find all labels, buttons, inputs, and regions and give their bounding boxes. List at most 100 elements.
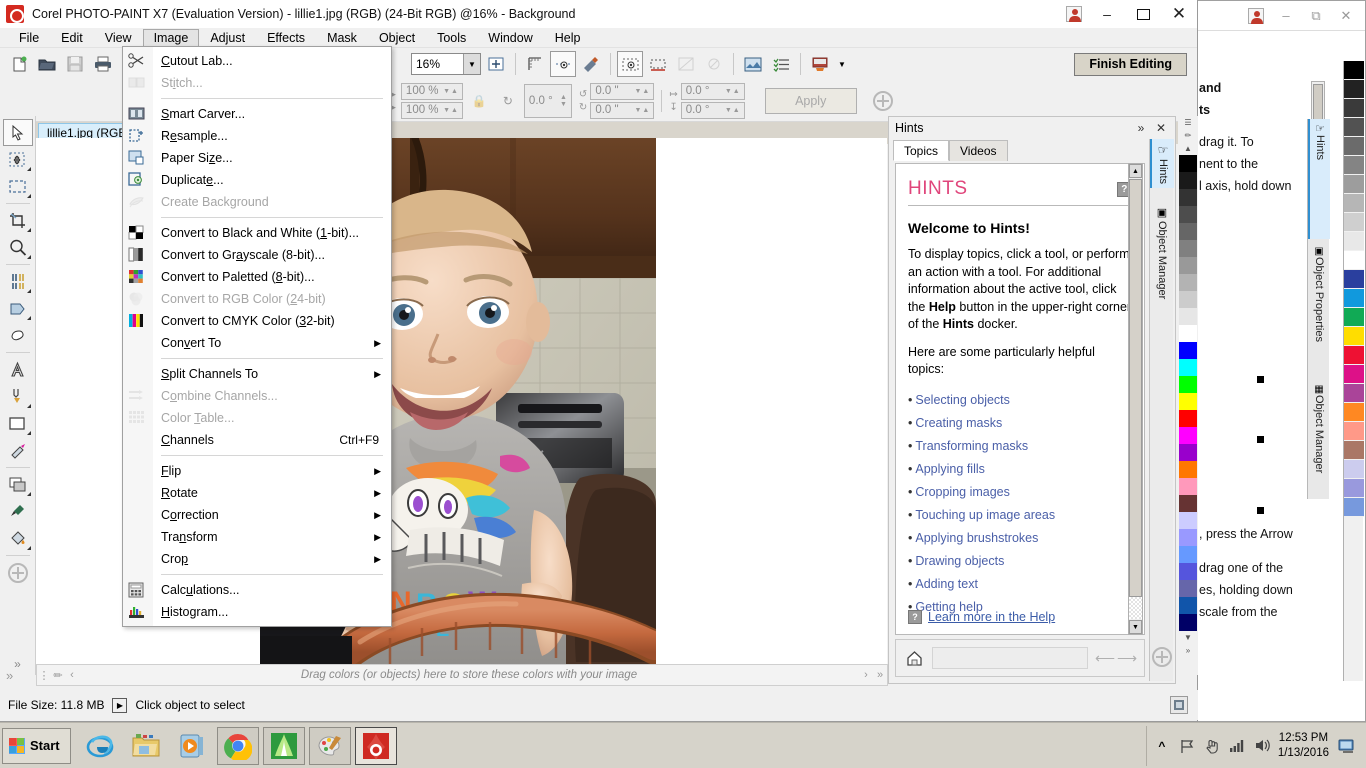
mask-overlay-icon[interactable] [617,51,643,77]
toolbox[interactable]: » [0,116,36,675]
hints-footer[interactable]: ⟵ ⟶ [895,639,1145,677]
hints-home-icon[interactable] [902,646,926,670]
background-palette-swatch[interactable] [1344,156,1364,175]
menu-item-transform[interactable]: Transform ▶ [123,526,391,548]
learn-more-row[interactable]: ? Learn more in the Help [908,610,1055,624]
colorbar-scroll-left-icon[interactable]: ‹ [65,669,79,681]
tool-rectangle-shape[interactable] [3,410,33,437]
background-palette-swatch[interactable] [1344,460,1364,479]
taskbar-coreldraw[interactable] [262,726,305,765]
menu-image[interactable]: Image [142,28,200,47]
hints-scrollbar[interactable]: ▲ ▼ [1128,163,1143,635]
hints-scroll-thumb[interactable] [1129,179,1142,597]
hints-back-icon[interactable]: ⟵ [1094,647,1116,669]
palette-swatch[interactable] [1179,597,1197,614]
palette-eyedropper-icon[interactable]: ✏ [1178,129,1198,142]
palette-swatch[interactable] [1179,461,1197,478]
open-icon[interactable] [34,51,60,77]
mask-marquee-icon[interactable] [645,51,671,77]
hints-close-button[interactable]: ✕ [1151,119,1171,137]
palette-swatch[interactable] [1179,376,1197,393]
hints-footer-field[interactable] [932,647,1088,669]
hints-topic-link[interactable]: • Applying brushstrokes [908,527,1132,550]
flag-action-center-icon[interactable] [1178,737,1196,755]
image-color-bar[interactable]: ⋮ ✏ ‹ Drag colors (or objects) here to s… [36,664,888,686]
palette-expand-icon[interactable]: » [1178,644,1198,657]
palette-swatch[interactable] [1179,546,1197,563]
hints-topic-link[interactable]: • Transforming masks [908,435,1132,458]
menu-mask[interactable]: Mask [316,29,368,47]
skew-fields[interactable]: 0.0 " ▼▲ 0.0 " ▼▲ [590,82,655,119]
colorbar-scroll-right-icon[interactable]: › [859,669,873,681]
background-palette-swatch[interactable] [1344,251,1364,270]
hints-topic-link[interactable]: • Adding text [908,573,1132,596]
palette-scroll-down-icon[interactable]: ▼ [1178,631,1198,644]
taskbar-corel-photo-paint[interactable] [354,726,397,765]
tool-paint[interactable] [3,383,33,410]
menu-item-paper-size[interactable]: Paper Size... [123,147,391,169]
menu-item-convert-to-black-and-white-1-bit[interactable]: Convert to Black and White (1-bit)... [123,222,391,244]
palette-scroll-up-icon[interactable]: ▲ [1178,142,1198,155]
palette-swatch[interactable] [1179,155,1197,172]
menu-item-convert-to-paletted-8-bit[interactable]: Convert to Paletted (8-bit)... [123,266,391,288]
lock-ratio-icon[interactable]: 🔒 [466,88,492,114]
volume-icon[interactable] [1253,737,1271,755]
background-tab-object-manager[interactable]: ▦ Object Manager [1308,381,1330,473]
background-palette-swatch[interactable] [1344,422,1364,441]
maximize-button[interactable] [1125,0,1161,28]
palette-swatch[interactable] [1179,359,1197,376]
background-palette-swatch[interactable] [1344,137,1364,156]
clip-mask-icon[interactable] [673,51,699,77]
background-palette-swatch[interactable] [1344,232,1364,251]
docker-add-icon[interactable] [1152,647,1172,667]
menu-item-calculations[interactable]: Calculations... [123,579,391,601]
menu-tools[interactable]: Tools [426,29,477,47]
background-palette-swatch[interactable] [1344,479,1364,498]
background-palette-swatch[interactable] [1344,403,1364,422]
background-palette-swatch[interactable] [1344,175,1364,194]
hints-tab-topics[interactable]: Topics [893,140,950,161]
palette-swatch[interactable] [1179,206,1197,223]
background-tab-hints[interactable]: ☞ Hints [1308,119,1330,239]
learn-more-link[interactable]: Learn more in the Help [928,610,1055,624]
taskbar-file-explorer[interactable] [125,727,167,765]
scale-y-field[interactable]: 100 % ▼▲ [400,101,463,119]
background-window[interactable]: – ⧉ ✕ and ts drag it. To nent to the l a… [1190,0,1366,722]
taskbar-paint-shop[interactable] [308,726,351,765]
add-property-icon[interactable] [872,90,893,111]
hints-tab-videos[interactable]: Videos [949,140,1008,161]
palette-swatch[interactable] [1179,410,1197,427]
taskbar-internet-explorer[interactable] [79,727,121,765]
palette-swatch[interactable] [1179,189,1197,206]
apply-button[interactable]: Apply [764,87,857,114]
tool-eraser[interactable] [3,322,33,349]
palette-swatch[interactable] [1179,393,1197,410]
background-palette-swatch[interactable] [1344,194,1364,213]
color-proof-icon[interactable] [1170,696,1188,714]
palette-swatch[interactable] [1179,308,1197,325]
color-palette[interactable]: ☰ ✏ ▲ ▼ » [1178,116,1198,675]
hints-content[interactable]: HINTS ? Welcome to Hints! To display top… [895,163,1145,635]
palette-swatch[interactable] [1179,274,1197,291]
palette-swatch[interactable] [1179,512,1197,529]
menu-item-correction[interactable]: Correction ▶ [123,504,391,526]
system-tray[interactable]: ^ 12:53 PM 1/13/2016 [1145,725,1364,766]
scale-x-field[interactable]: 100 % ▼▲ [400,82,463,100]
background-palette-swatch[interactable] [1344,289,1364,308]
colorbar-handle-icon[interactable]: ⋮ [37,669,51,682]
menu-file[interactable]: File [8,29,50,47]
new-document-icon[interactable] [6,51,32,77]
background-palette-swatch[interactable] [1344,498,1364,517]
scale-fields[interactable]: 100 % ▼▲ 100 % ▼▲ [400,82,463,119]
show-hidden-icons-icon[interactable]: ^ [1153,737,1171,755]
hints-scroll-track[interactable] [1129,179,1142,619]
hints-topic-link[interactable]: • Selecting objects [908,389,1132,412]
hints-topic-link[interactable]: • Touching up image areas [908,504,1132,527]
hints-topic-list[interactable]: • Selecting objects • Creating masks • Transf… [908,389,1132,619]
tool-text[interactable] [3,356,33,383]
tool-mask-transform[interactable] [3,146,33,173]
hints-topic-link[interactable]: • Applying fills [908,458,1132,481]
tool-crop[interactable] [3,207,33,234]
menu-item-convert-to-grayscale-8-bit[interactable]: Convert to Grayscale (8-bit)... [123,244,391,266]
palette-swatch[interactable] [1179,240,1197,257]
